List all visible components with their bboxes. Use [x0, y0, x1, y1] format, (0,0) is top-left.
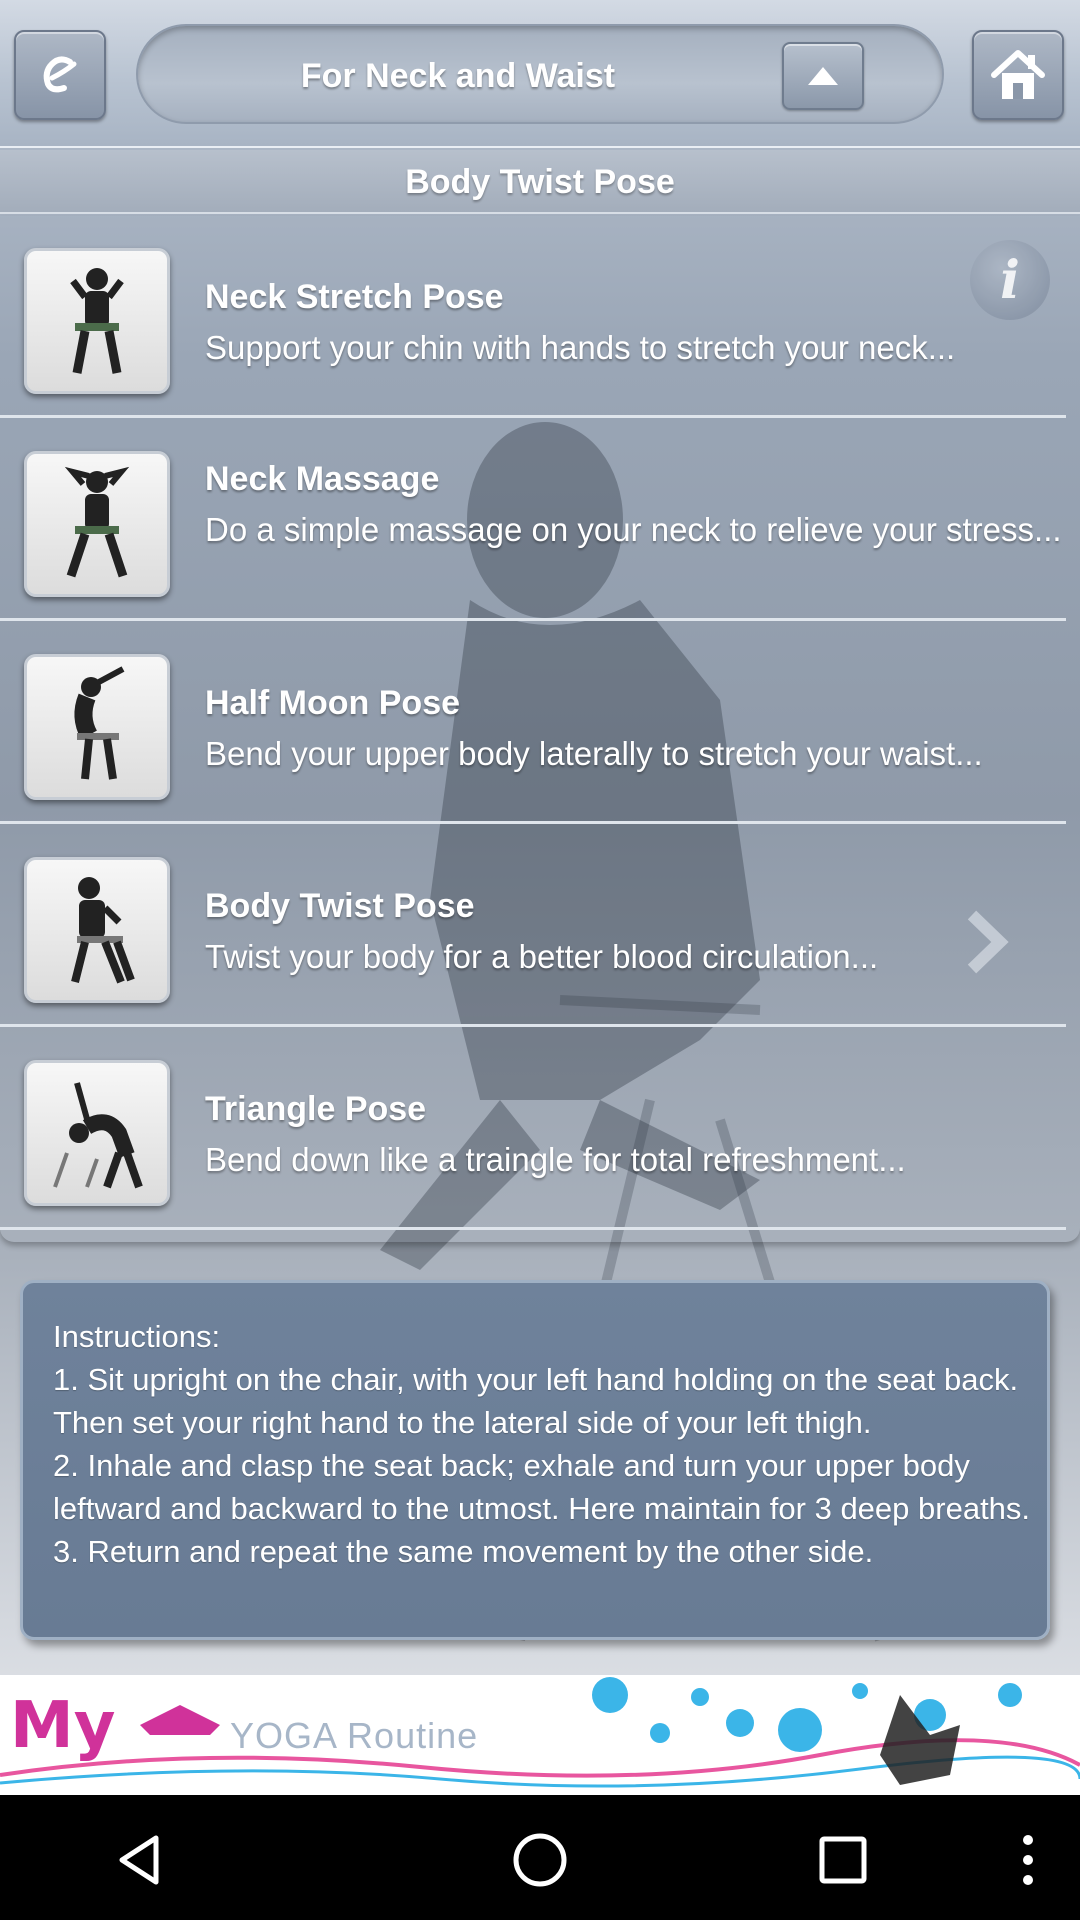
list-item[interactable]: Neck Stretch Pose Support your chin with…: [0, 216, 1066, 418]
home-button[interactable]: [972, 30, 1064, 120]
circle-home-icon: [513, 1833, 567, 1887]
item-description: Do a simple massage on your neck to reli…: [205, 511, 1062, 548]
app-logo-button[interactable]: [14, 30, 106, 120]
pose-thumbnail: [24, 1060, 170, 1206]
app-logo-icon: [43, 56, 77, 93]
back-icon: [119, 1835, 159, 1885]
ad-banner[interactable]: My YOGA Routine: [0, 1675, 1080, 1795]
page-title: For Neck and Waist: [300, 57, 616, 95]
square-recents-icon: [819, 1836, 867, 1884]
pose-figure-icon: [70, 268, 124, 374]
item-title: Body Twist Pose: [205, 887, 475, 925]
pose-figure-icon: [71, 877, 135, 984]
system-nav-bar: [0, 1795, 1080, 1920]
list-item[interactable]: Neck Massage Do a simple massage on your…: [0, 419, 1066, 621]
pose-thumbnail: [24, 857, 170, 1003]
item-description: Twist your body for a better blood circu…: [205, 938, 879, 975]
top-bar: For Neck and Waist: [0, 0, 1080, 148]
pose-thumbnail: [24, 654, 170, 800]
item-title: Neck Massage: [205, 460, 440, 498]
list-item[interactable]: Body Twist Pose Twist your body for a be…: [0, 825, 1066, 1027]
title-bar: For Neck and Waist: [136, 24, 944, 124]
banner-decoration: [0, 1677, 1080, 1788]
app-screen: For Neck and Waist Body Twist Pose Neck …: [0, 0, 1080, 1795]
recents-button[interactable]: [808, 1825, 878, 1895]
pose-list: Neck Stretch Pose Support your chin with…: [0, 216, 1080, 1242]
item-description: Bend your upper body laterally to stretc…: [205, 735, 983, 772]
back-button[interactable]: [105, 1825, 175, 1895]
pose-figure-icon: [53, 1082, 143, 1189]
pose-thumbnail: [24, 451, 170, 597]
scroll-up-button[interactable]: [782, 42, 864, 110]
instructions-panel[interactable]: Instructions: 1. Sit upright on the chai…: [20, 1280, 1050, 1640]
info-icon[interactable]: i: [970, 240, 1050, 320]
section-title: Body Twist Pose: [0, 150, 1080, 214]
item-title: Neck Stretch Pose: [205, 278, 504, 316]
more-vertical-icon: [1023, 1835, 1033, 1885]
list-item[interactable]: Triangle Pose Bend down like a traingle …: [0, 1028, 1066, 1230]
home-nav-button[interactable]: [505, 1825, 575, 1895]
overflow-menu-button[interactable]: [993, 1825, 1063, 1895]
item-description: Support your chin with hands to stretch …: [205, 329, 956, 366]
banner-brand: My: [10, 1689, 116, 1763]
item-description: Bend down like a traingle for total refr…: [205, 1141, 906, 1178]
chevron-right-icon: [967, 910, 1009, 974]
item-title: Half Moon Pose: [205, 684, 461, 722]
instructions-text: Instructions: 1. Sit upright on the chai…: [53, 1319, 1031, 1569]
item-title: Triangle Pose: [205, 1090, 427, 1128]
up-arrow-icon: [808, 67, 838, 85]
pose-figure-icon: [64, 466, 130, 578]
pose-thumbnail: [24, 248, 170, 394]
banner-subtitle: YOGA Routine: [230, 1715, 479, 1756]
pose-figure-icon: [74, 666, 125, 780]
home-icon: [991, 50, 1045, 99]
list-item[interactable]: Half Moon Pose Bend your upper body late…: [0, 622, 1066, 824]
